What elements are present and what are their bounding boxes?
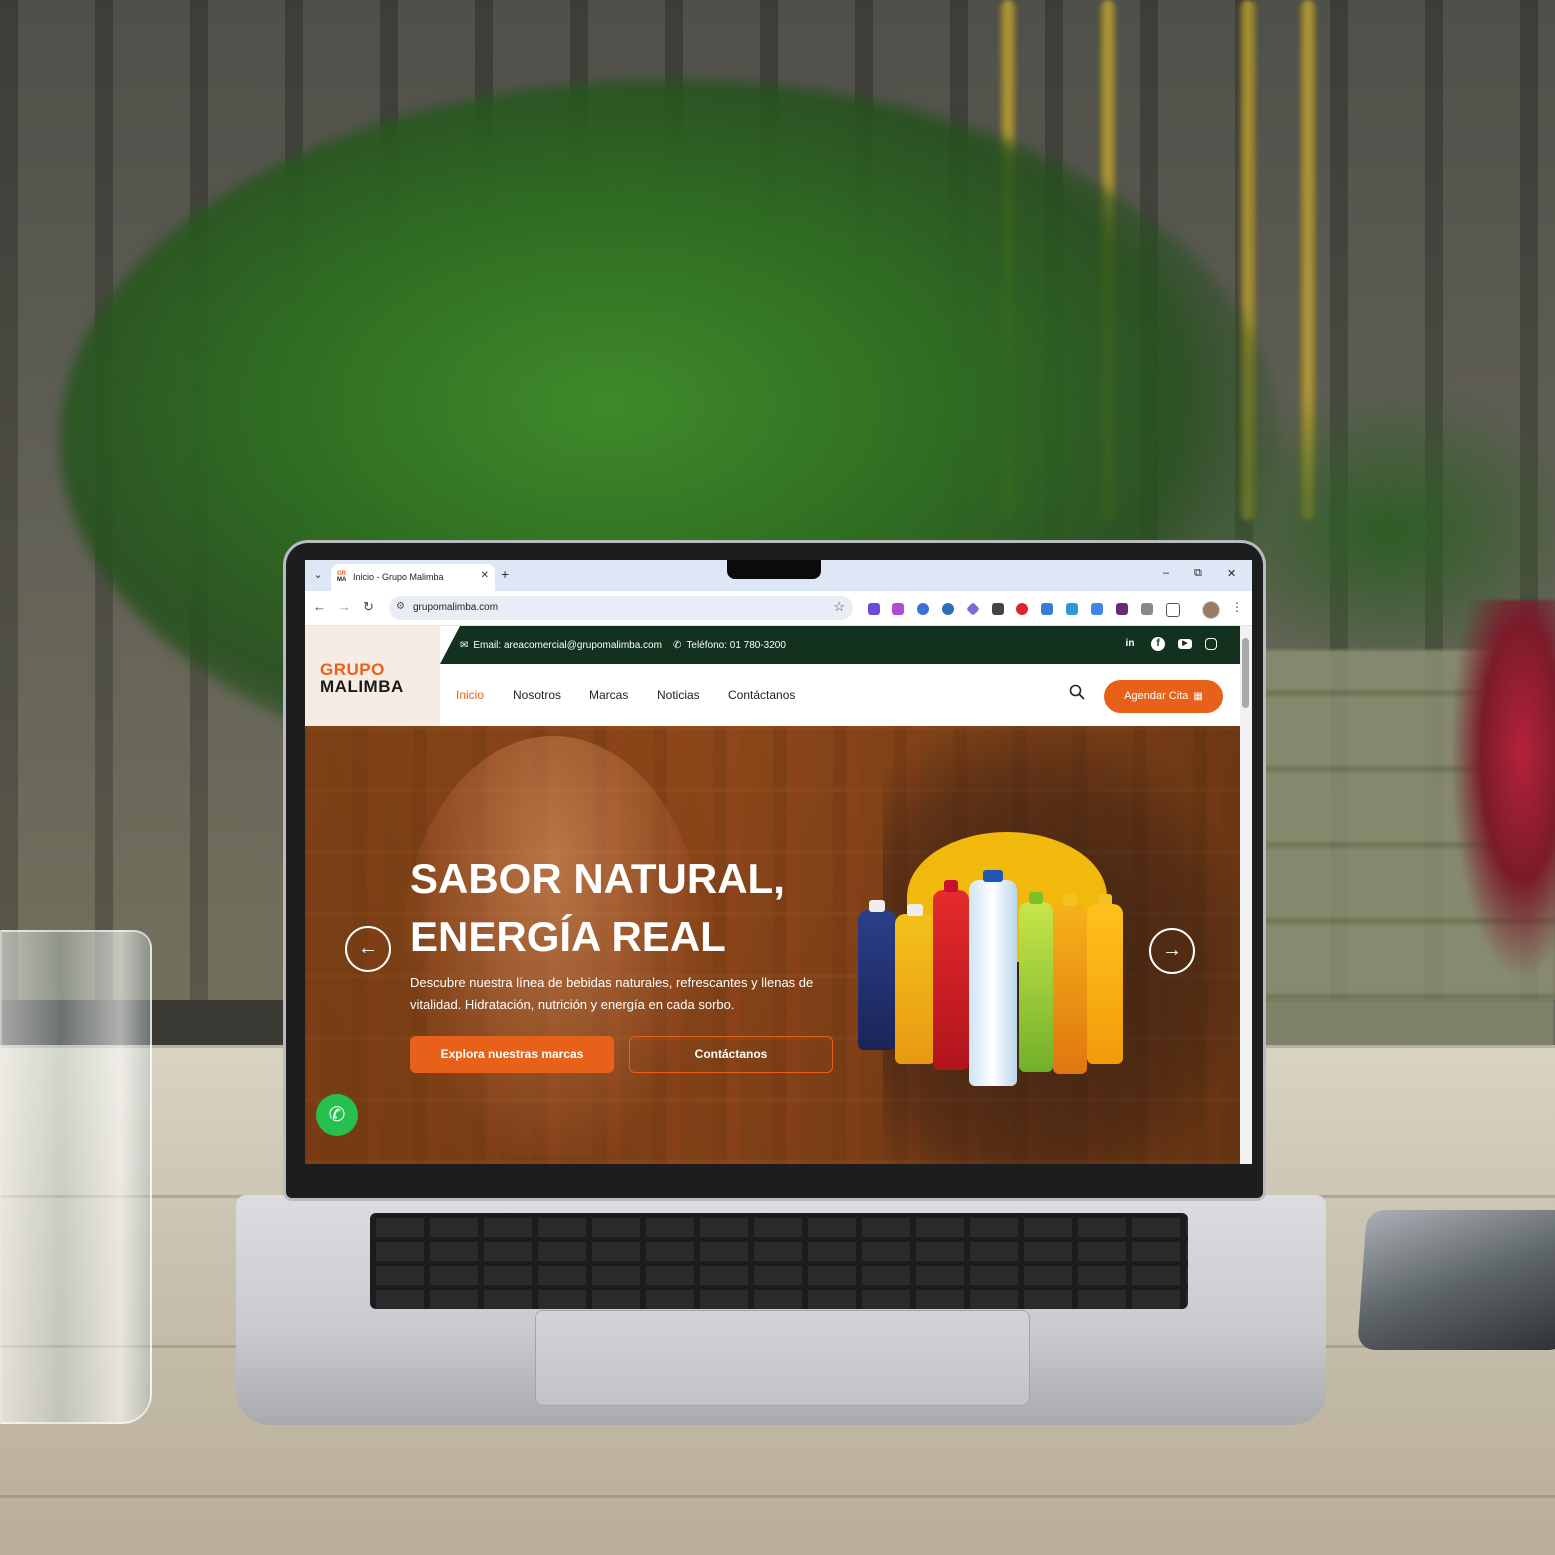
contact-button[interactable]: Contáctanos bbox=[629, 1036, 833, 1073]
site-info-icon[interactable]: ⚙ bbox=[396, 601, 405, 612]
nav-nosotros[interactable]: Nosotros bbox=[513, 688, 561, 702]
nav-marcas[interactable]: Marcas bbox=[589, 688, 628, 702]
close-window-button[interactable]: ✕ bbox=[1227, 567, 1236, 580]
agendar-cita-button[interactable]: Agendar Cita ▦ bbox=[1104, 680, 1223, 713]
purple-extension-icon[interactable] bbox=[892, 603, 904, 615]
main-navbar: Inicio Nosotros Marcas Noticias Contácta… bbox=[440, 664, 1240, 726]
dark-extension-icon[interactable] bbox=[1116, 603, 1128, 615]
hero-title: SABOR NATURAL, ENERGÍA REAL bbox=[410, 850, 785, 966]
page-scrollbar[interactable] bbox=[1240, 626, 1252, 1164]
browser-toolbar: ← → ↻ ⚙ grupomalimba.com ☆ ⋮ bbox=[305, 591, 1252, 626]
bookmark-star-icon[interactable]: ☆ bbox=[833, 599, 845, 615]
site-logo[interactable]: GRUPO MALIMBA bbox=[305, 626, 440, 726]
opera-extension-icon[interactable] bbox=[1016, 603, 1028, 615]
product-bottle-yellow bbox=[1087, 894, 1123, 1064]
browser-tab[interactable]: GR MA Inicio - Grupo Malimba ✕ bbox=[331, 564, 495, 591]
forward-arrow-icon[interactable]: → bbox=[338, 600, 351, 614]
hero-title-line1: SABOR NATURAL, bbox=[410, 855, 785, 902]
slider-prev-arrow-icon[interactable]: ← bbox=[345, 926, 391, 972]
back-arrow-icon[interactable]: ← bbox=[313, 600, 326, 614]
facebook-icon[interactable]: f bbox=[1151, 637, 1165, 651]
puzzle-extension-icon[interactable] bbox=[1166, 603, 1180, 617]
linkedin-icon[interactable]: in bbox=[1123, 637, 1137, 651]
water-glass bbox=[0, 930, 152, 1424]
address-bar[interactable]: ⚙ grupomalimba.com ☆ bbox=[389, 596, 853, 620]
topbar-email-text: Email: areacomercial@grupomalimba.com bbox=[473, 640, 662, 651]
topbar-phone[interactable]: ✆ Teléfono: 01 780-3200 bbox=[673, 640, 786, 651]
hero-description: Descubre nuestra línea de bebidas natura… bbox=[410, 975, 814, 1012]
laptop-keyboard bbox=[370, 1213, 1188, 1309]
audio-extension-icon[interactable] bbox=[917, 603, 929, 615]
topbar-phone-text: Teléfono: 01 780-3200 bbox=[686, 640, 786, 651]
agendar-cita-label: Agendar Cita bbox=[1124, 690, 1189, 702]
nav-noticias[interactable]: Noticias bbox=[657, 688, 700, 702]
grey-extension-icon[interactable] bbox=[1141, 603, 1153, 615]
site-favicon-icon: GR MA bbox=[337, 571, 347, 583]
calendar-icon: ▦ bbox=[1193, 691, 1203, 702]
laptop-trackpad bbox=[535, 1310, 1030, 1406]
wordpress-extension-icon[interactable] bbox=[942, 603, 954, 615]
website-viewport: GRUPO MALIMBA ✉ Email: areacomercial@grup… bbox=[305, 626, 1252, 1164]
restore-button[interactable]: ⧉ bbox=[1194, 567, 1202, 580]
logo-text-malimba: MALIMBA bbox=[320, 677, 404, 696]
envelope-icon: ✉ bbox=[460, 640, 469, 651]
whatsapp-icon[interactable]: ✆ bbox=[316, 1094, 358, 1136]
tag-extension-icon[interactable] bbox=[1091, 603, 1103, 615]
hero-title-line2: ENERGÍA REAL bbox=[410, 913, 726, 960]
laptop-screen: ⌄ GR MA Inicio - Grupo Malimba ✕ + – ⧉ ✕… bbox=[305, 560, 1252, 1164]
scrollbar-thumb[interactable] bbox=[1242, 638, 1249, 708]
slider-next-arrow-icon[interactable]: → bbox=[1149, 928, 1195, 974]
youtube-icon[interactable]: ▶ bbox=[1178, 639, 1192, 649]
contact-topbar: ✉ Email: areacomercial@grupomalimba.com ✆… bbox=[440, 626, 1240, 664]
search-icon[interactable] bbox=[1069, 684, 1085, 700]
tab-title: Inicio - Grupo Malimba bbox=[353, 572, 444, 582]
reload-icon[interactable]: ↻ bbox=[363, 600, 374, 614]
product-bottle-water bbox=[969, 870, 1017, 1086]
phone-icon: ✆ bbox=[673, 640, 682, 651]
product-bottle-orange bbox=[1053, 894, 1087, 1074]
tab-search-chevron-icon[interactable]: ⌄ bbox=[309, 566, 327, 584]
wifi-extension-icon[interactable] bbox=[1041, 603, 1053, 615]
product-bottle-lime bbox=[1019, 892, 1053, 1072]
camera-notch bbox=[727, 560, 821, 579]
product-bottle-gol-red bbox=[933, 880, 969, 1070]
nav-contactanos[interactable]: Contáctanos bbox=[728, 688, 795, 702]
explore-brands-button[interactable]: Explora nuestras marcas bbox=[410, 1036, 614, 1073]
url-text: grupomalimba.com bbox=[413, 602, 499, 613]
product-bottle-purple bbox=[858, 900, 896, 1050]
background-red-plant bbox=[1450, 600, 1555, 980]
smartphone bbox=[1357, 1210, 1555, 1350]
minimize-button[interactable]: – bbox=[1163, 567, 1169, 579]
hero-slider: SABOR NATURAL, ENERGÍA REAL Descubre nue… bbox=[305, 726, 1240, 1164]
download-extension-icon[interactable] bbox=[992, 603, 1004, 615]
product-bottle-peach bbox=[895, 904, 935, 1064]
feather-extension-icon[interactable] bbox=[1066, 603, 1078, 615]
diamond-extension-icon[interactable] bbox=[966, 602, 980, 616]
home-extension-icon[interactable] bbox=[868, 603, 880, 615]
topbar-email[interactable]: ✉ Email: areacomercial@grupomalimba.com bbox=[460, 640, 662, 651]
browser-menu-icon[interactable]: ⋮ bbox=[1231, 600, 1243, 614]
nav-inicio[interactable]: Inicio bbox=[456, 688, 484, 702]
profile-avatar[interactable] bbox=[1202, 601, 1220, 619]
new-tab-plus-icon[interactable]: + bbox=[501, 566, 509, 582]
tab-close-icon[interactable]: ✕ bbox=[481, 570, 489, 581]
instagram-icon[interactable] bbox=[1205, 638, 1217, 650]
